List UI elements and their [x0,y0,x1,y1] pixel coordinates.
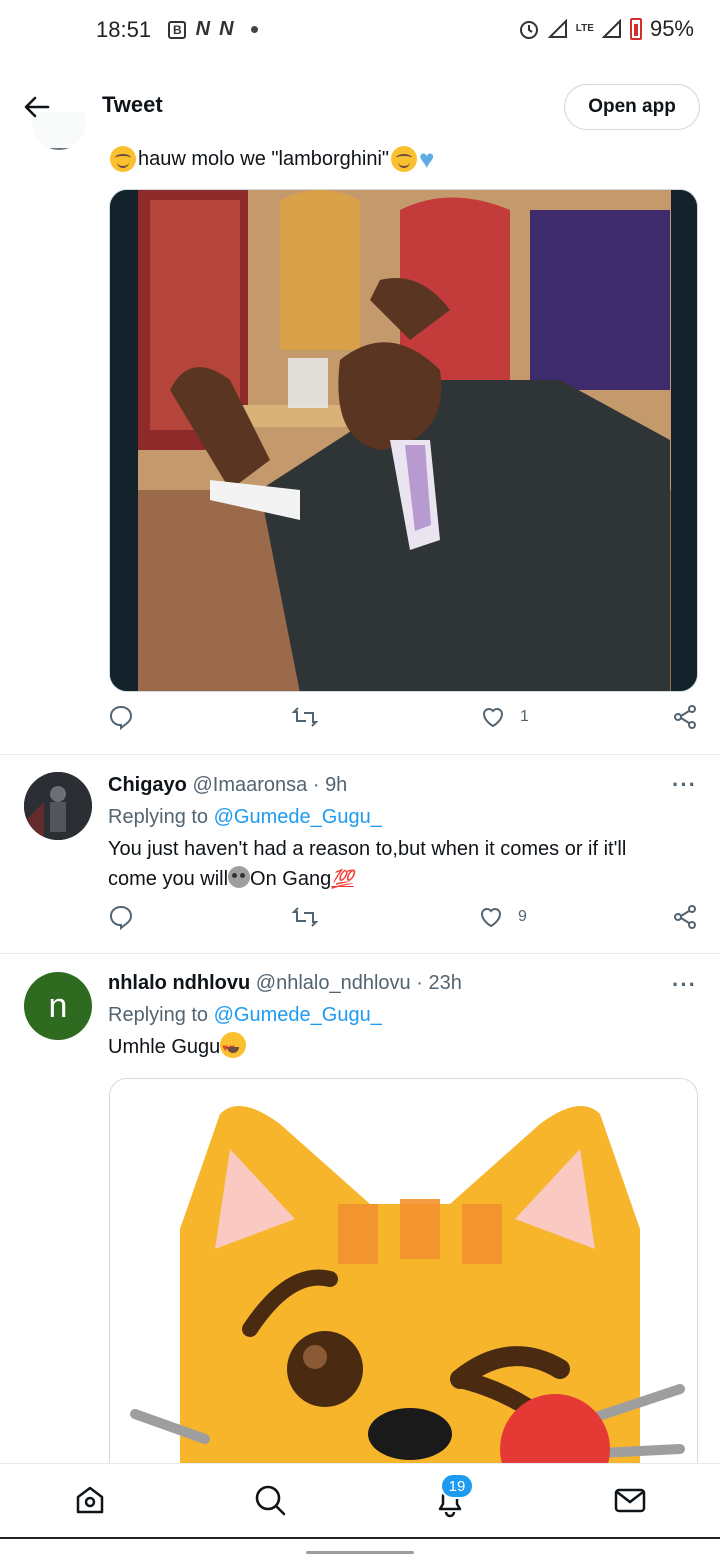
retweet-button[interactable] [292,904,318,930]
divider [0,953,720,954]
signal-icon-2 [601,19,621,38]
reply-text-line-2: come you will On Gang💯 [108,864,688,894]
replying-mention[interactable]: @Gumede_Gugu_ [214,806,382,828]
replying-to: Replying to @Gumede_Gugu_ [108,806,382,829]
network-type: LTE [575,23,594,34]
reply-time[interactable]: 9h [325,774,347,796]
messages-icon [614,1488,646,1513]
battery-icon [629,18,642,40]
more-notifications-dot [250,26,258,33]
system-gesture-bar [0,1537,720,1560]
status-right: LTE 95% [518,16,694,42]
retweet-icon [292,907,318,927]
reply-button[interactable] [108,704,134,730]
reply-author-handle[interactable]: @Imaaronsa [192,774,307,796]
alarm-icon [519,21,538,39]
nav-messages[interactable] [612,1482,652,1522]
back-arrow-icon[interactable] [20,90,54,124]
share-icon [674,905,696,929]
top-header: Tweet Open app [0,64,720,148]
reply-media-card[interactable] [109,1078,698,1478]
reply-author-name[interactable]: Chigayo [108,774,187,796]
share-button[interactable] [672,904,698,930]
reply-author-name[interactable]: nhlalo ndhlovu [108,972,250,994]
reply-actions: 9 [108,904,700,940]
reply-text-line-1: You just haven't had a reason to,but whe… [108,838,627,860]
notification-badge: 19 [440,1473,474,1499]
open-app-button[interactable]: Open app [564,84,700,130]
retweet-icon [292,707,318,727]
share-button[interactable] [672,704,698,730]
status-bar: 18:51 B N N LTE 95% [0,0,720,64]
notification-n-icon: N [219,18,233,40]
reply-header: Chigayo @Imaaronsa · 9h [108,774,348,796]
replying-mention[interactable]: @Gumede_Gugu_ [214,1004,382,1026]
retweet-button[interactable] [292,704,318,730]
reply-text-part: On Gang [250,868,332,890]
nav-home[interactable] [72,1482,112,1522]
like-button[interactable]: 9 [478,904,527,930]
reply-time[interactable]: 23h [428,972,461,994]
heart-icon [480,908,502,928]
replying-prefix: Replying to [108,806,209,828]
notification-b-icon: B [168,20,186,39]
main-tweet-body: hauw molo we "lamborghini" [138,147,389,170]
signal-icon [547,19,567,38]
reply-icon [109,905,133,930]
like-button[interactable]: 1 [480,704,529,730]
search-icon [255,1485,286,1516]
reply-text: You just haven't had a reason to,but whe… [108,834,688,894]
reply-text: Umhle Gugu [108,1032,688,1064]
nav-search[interactable] [252,1482,292,1522]
avatar-image [24,772,92,840]
reply-text-body: Umhle Gugu [108,1036,221,1058]
heart-eyes-emoji [220,1032,247,1064]
reply-avatar-nhlalo[interactable]: n [24,972,92,1040]
heart-icon [482,708,504,728]
replying-prefix: Replying to [108,1004,209,1026]
like-count: 9 [518,908,527,925]
divider [0,754,720,755]
battery-percent: 95% [649,16,694,41]
home-icon [76,1486,104,1514]
more-options-icon[interactable]: ··· [672,972,697,998]
home-gesture-pill[interactable] [306,1551,414,1554]
reply-avatar-chigayo[interactable] [24,772,92,840]
tweet-photo[interactable] [109,189,698,692]
replying-to: Replying to @Gumede_Gugu_ [108,1004,382,1027]
reply-icon [109,705,133,730]
status-time: 18:51 [96,17,152,42]
bottom-navigation [0,1463,720,1537]
main-tweet-actions: 1 [108,704,700,740]
page-title: Tweet [102,92,163,117]
reply-header: nhlalo ndhlovu @nhlalo_ndhlovu · 23h [108,972,462,994]
reply-author-handle[interactable]: @nhlalo_ndhlovu [256,972,411,994]
hundred-points-emoji: 💯 [331,869,354,889]
photo-illustration [110,190,697,691]
smiling-emoji [110,146,136,172]
notification-n-icon: N [195,18,210,40]
winking-cat-sticker-icon [110,1079,697,1477]
smiling-emoji [391,146,417,172]
skull-emoji [228,866,251,888]
reply-button[interactable] [108,904,134,930]
blue-heart-emoji: ♥ [419,144,435,174]
main-tweet-text: hauw molo we "lamborghini" ♥ [110,146,434,172]
reply-text-part: come you will [108,868,229,890]
share-icon [674,705,696,729]
like-count: 1 [520,708,529,725]
more-options-icon[interactable]: ··· [672,772,697,798]
notification-icons: B N N [168,18,258,41]
